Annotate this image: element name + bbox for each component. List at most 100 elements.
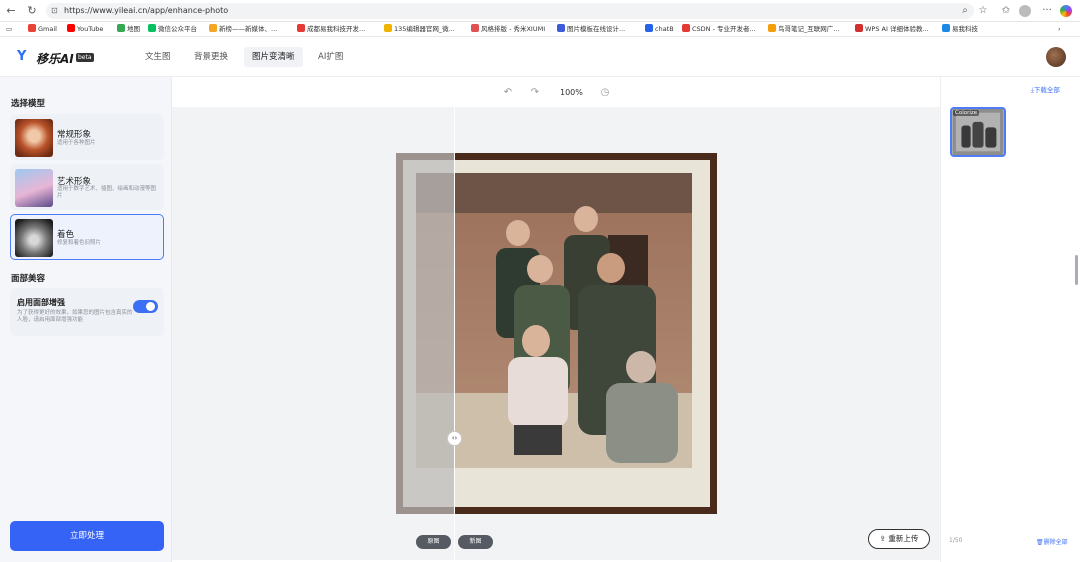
bookmark-favicon-icon	[148, 24, 156, 32]
zoom-search-icon[interactable]: ⌕	[958, 4, 972, 18]
bookmark-label: WPS AI 详细体验教...	[865, 25, 929, 33]
bookmark-favicon-icon	[682, 24, 690, 32]
reload-icon[interactable]: ↻	[25, 4, 39, 18]
redo-icon[interactable]: ↷	[528, 86, 542, 100]
bookmark-label: 鸟哥笔记_互联网广...	[778, 25, 840, 33]
compare-divider[interactable]	[454, 107, 455, 560]
model-card-art[interactable]: 艺术形象 适用于数字艺术、插图、绘画和动漫等图片	[10, 164, 164, 210]
bookmark-label: chatB	[655, 25, 674, 33]
face-toggle-desc: 为了获得更好的效果，如果您的图片包含真实的人脸，请启用面部增强功能	[17, 310, 133, 323]
reset-icon[interactable]: ◷	[598, 86, 612, 100]
bookmark-label: 成都易我科技开发...	[307, 25, 366, 33]
model-thumb-art	[15, 169, 53, 207]
face-toggle-label: 启用面部增强	[17, 298, 65, 307]
bookmark-item[interactable]: CSDN - 专业开发者...	[682, 24, 756, 35]
copilot-icon[interactable]	[1060, 5, 1072, 17]
back-icon[interactable]: ←	[4, 4, 18, 18]
bookmark-label: 易我科技	[952, 25, 978, 33]
bookmark-item[interactable]: 成都易我科技开发...	[297, 24, 365, 35]
bookmark-favicon-icon	[942, 24, 950, 32]
delete-all-button[interactable]: 🗑删除全部	[1036, 537, 1068, 546]
nav-ai-expand[interactable]: AI扩图	[310, 47, 351, 67]
download-all-button[interactable]: ⤓下载全部	[1031, 84, 1060, 95]
beta-badge: beta	[76, 53, 94, 62]
profile-icon[interactable]	[1019, 5, 1031, 17]
favorites-icon[interactable]: ✩	[999, 4, 1013, 18]
bookmark-item[interactable]: 风格排版 - 秀米XIUMI	[471, 24, 545, 35]
bookmark-item[interactable]: 135编辑器官网_微...	[384, 24, 455, 35]
reupload-label: 重新上传	[888, 534, 919, 543]
model-title: 着色	[57, 230, 75, 240]
bookmark-favicon-icon	[117, 24, 125, 32]
bookmark-favicon-icon	[209, 24, 217, 32]
canvas-toolbar	[172, 77, 940, 107]
bookmark-item[interactable]: 新榜——新媒体、...	[209, 24, 277, 35]
bookmark-favicon-icon	[557, 24, 565, 32]
before-label: 原图	[416, 535, 451, 549]
chevron-right-icon[interactable]: ›	[1058, 24, 1061, 35]
download-all-label: 下载全部	[1033, 86, 1060, 94]
bookmark-favicon-icon	[384, 24, 392, 32]
thumbnail-label: Colorize	[953, 110, 980, 116]
bookmark-label: 图片模板在线设计...	[567, 25, 626, 33]
result-count: 1/50	[949, 537, 963, 544]
logo-text[interactable]: 移乐AI	[36, 50, 74, 67]
bookmark-label: CSDN - 专业开发者...	[692, 25, 756, 33]
reupload-button[interactable]: ⇪ 重新上传	[868, 529, 930, 549]
undo-icon[interactable]: ↶	[501, 86, 515, 100]
bookmark-favicon-icon	[855, 24, 863, 32]
bookmark-favicon-icon	[768, 24, 776, 32]
bookmark-item[interactable]: 鸟哥笔记_互联网广...	[768, 24, 839, 35]
process-now-button[interactable]: 立即处理	[10, 521, 164, 551]
tabs-icon[interactable]: ▭	[6, 24, 12, 35]
favorite-star-icon[interactable]: ☆	[976, 4, 990, 18]
zoom-level: 100%	[560, 88, 583, 97]
bookmark-item[interactable]: 图片模板在线设计...	[557, 24, 625, 35]
model-thumb-colorize	[15, 219, 53, 257]
trash-icon: 🗑	[1036, 539, 1044, 546]
bookmark-label: Gmail	[38, 25, 57, 33]
compare-handle-icon[interactable]: ‹›	[447, 431, 462, 446]
bookmark-label: 135编辑器官网_微...	[394, 25, 455, 33]
nav-enhance-photo[interactable]: 图片变清晰	[244, 47, 303, 67]
face-section-title: 面部美容	[11, 274, 46, 284]
after-label: 新图	[458, 535, 493, 549]
bookmark-item[interactable]: 地图	[117, 24, 140, 35]
model-desc: 修复和着色旧照片	[57, 240, 102, 246]
model-section-title: 选择模型	[11, 99, 46, 109]
bookmark-favicon-icon	[28, 24, 36, 32]
bookmark-label: 风格排版 - 秀米XIUMI	[481, 25, 546, 33]
url-text[interactable]: https://www.yileai.cn/app/enhance-photo	[64, 3, 228, 19]
bookmark-label: 微信公众平台	[158, 25, 197, 33]
bookmark-item[interactable]: chatB	[645, 24, 674, 35]
nav-background-replace[interactable]: 背景更换	[186, 47, 236, 67]
page-scrollbar[interactable]	[1075, 255, 1078, 285]
model-thumb-regular	[15, 119, 53, 157]
bookmark-item[interactable]: 易我科技	[942, 24, 978, 35]
user-avatar[interactable]	[1046, 47, 1066, 67]
more-icon[interactable]: ···	[1040, 4, 1054, 18]
delete-all-label: 删除全部	[1043, 539, 1068, 546]
bookmark-label: 地图	[127, 25, 140, 33]
nav-text-to-image[interactable]: 文生图	[137, 47, 179, 67]
model-desc: 适用于数字艺术、插图、绘画和动漫等图片	[57, 186, 157, 199]
model-title: 常规形象	[57, 130, 92, 140]
bookmark-item[interactable]: WPS AI 详细体验教...	[855, 24, 929, 35]
lock-icon: ⊡	[51, 6, 58, 15]
bookmark-favicon-icon	[471, 24, 479, 32]
bookmark-item[interactable]: Gmail	[28, 24, 57, 35]
bookmark-item[interactable]: YouTube	[67, 24, 103, 35]
bookmarks-bar: ▭ Gmail YouTube 地图 微信公众平台 新榜——新媒体、... 成都易我科技开…	[0, 22, 1080, 37]
model-card-regular[interactable]: 常规形象 适用于各种图片	[10, 114, 164, 160]
bookmark-favicon-icon	[297, 24, 305, 32]
bookmark-item[interactable]: 微信公众平台	[148, 24, 197, 35]
logo-icon: Y	[17, 49, 27, 64]
compare-photo[interactable]	[396, 153, 717, 514]
model-desc: 适用于各种图片	[57, 140, 96, 146]
toggle-knob	[146, 302, 155, 311]
bookmark-label: YouTube	[77, 25, 104, 33]
bookmark-favicon-icon	[67, 24, 75, 32]
model-card-colorize[interactable]: 着色 修复和着色旧照片	[10, 214, 164, 260]
bookmark-label: 新榜——新媒体、...	[219, 25, 278, 33]
bookmark-favicon-icon	[645, 24, 653, 32]
